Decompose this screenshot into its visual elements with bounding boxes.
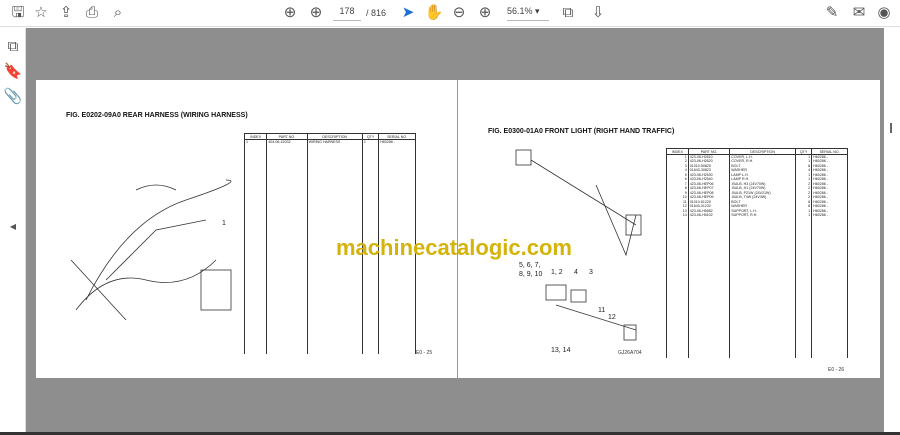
select-cursor-icon[interactable]: ➤	[398, 4, 418, 22]
scroll-mode-icon[interactable]: ⇩	[588, 4, 608, 22]
table-row: 8 423-06-HEP07 .BULB, H1 (24V70W) 2 H60286 -	[666, 186, 848, 191]
page-divider	[457, 80, 458, 378]
scroll-thumb[interactable]	[890, 123, 892, 133]
upload-icon[interactable]: ⇪	[56, 4, 76, 22]
rear-harness-drawing	[70, 179, 232, 320]
print-icon[interactable]: ⎙	[82, 4, 102, 22]
zoom-value: 56.1%	[507, 6, 533, 16]
collapse-right-icon[interactable]: ▶	[860, 218, 880, 236]
page-total: / 816	[366, 8, 387, 18]
drawing-code: GJ26A704	[618, 350, 642, 356]
callout-label: 1	[222, 220, 226, 227]
bookmark-icon[interactable]: 🔖	[3, 63, 23, 81]
search-icon[interactable]: ⌕	[108, 4, 128, 22]
left-sidebar: ⧉ 🔖 📎 ◀	[0, 28, 26, 435]
right-figure-title: FIG. E0300-01A0 FRONT LIGHT (RIGHT HAND …	[488, 128, 675, 135]
pdf-page-spread: FIG. E0202-09A0 REAR HARNESS (WIRING HAR…	[36, 80, 880, 378]
zoom-select[interactable]: 56.1% ▾	[507, 6, 549, 21]
document-viewer: FIG. E0202-09A0 REAR HARNESS (WIRING HAR…	[26, 28, 884, 432]
watermark: machinecatalogic.com	[336, 235, 572, 260]
prev-page-icon[interactable]: ⊕	[280, 4, 300, 22]
collapse-left-icon[interactable]: ◀	[3, 218, 23, 236]
fit-page-icon[interactable]: ⧉	[558, 4, 578, 22]
vertical-scrollbar[interactable]	[884, 28, 900, 432]
attachment-icon[interactable]: 📎	[3, 88, 23, 106]
right-page-number: E0 - 26	[828, 367, 845, 373]
left-page-number: E0 - 25	[416, 350, 433, 356]
left-figure-title: FIG. E0202-09A0 REAR HARNESS (WIRING HAR…	[66, 112, 248, 119]
mail-icon[interactable]: ✉	[849, 4, 869, 22]
page-number-input[interactable]: 178	[333, 6, 361, 21]
next-page-icon[interactable]: ⊕	[306, 4, 326, 22]
zoom-out-icon[interactable]: ⊖	[449, 4, 469, 22]
zoom-in-icon[interactable]: ⊕	[475, 4, 495, 22]
toolbar: 🖫 ☆ ⇪ ⎙ ⌕ ⊕ ⊕ 178 / 816 ➤ ✋ ⊖ ⊕ 56.1% ▾ …	[0, 0, 900, 27]
sign-icon[interactable]: ✎	[822, 4, 842, 22]
pages-icon[interactable]: ⧉	[3, 38, 23, 56]
table-row: 1 404-06-42032 WIRING HARNESS 1 H60286 -	[243, 139, 416, 144]
hand-icon[interactable]: ✋	[424, 4, 444, 22]
table-row: 14 423-06-H5102 SUPPORT, R.H. 1 H60286 -	[666, 213, 848, 218]
account-icon[interactable]: ◉	[874, 4, 894, 22]
table-row: 10 423-06-HEP09 .BULB, T4W (24V4W) 2 H60286 …	[666, 195, 848, 200]
right-parts-table: INDEX PART NO. DESCRIPTION QTY SERIAL NO. 14…	[666, 148, 848, 358]
star-icon[interactable]: ☆	[31, 4, 51, 22]
save-icon[interactable]: 🖫	[8, 4, 28, 22]
